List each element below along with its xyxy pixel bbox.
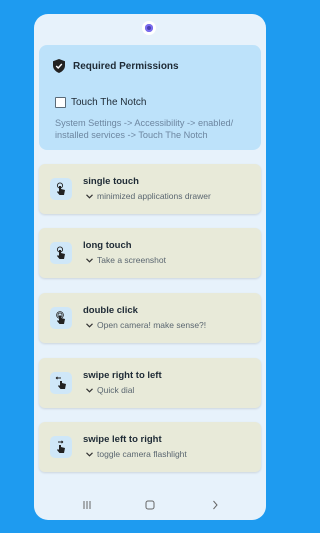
gesture-action-label: Open camera! make sense?! <box>97 320 207 330</box>
service-checkbox[interactable] <box>55 97 66 108</box>
phone-screen: Required Permissions Touch The Notch Sys… <box>34 14 266 520</box>
gesture-action-dropdown[interactable]: toggle camera flashlight <box>86 449 187 459</box>
gesture-action-dropdown[interactable]: Open camera! make sense?! <box>86 320 206 330</box>
service-checkbox-label: Touch The Notch <box>71 97 147 108</box>
gesture-card-swipe-right-to-left[interactable]: swipe right to left Quick dial <box>39 358 261 408</box>
gesture-action-label: Take a screenshot <box>97 255 166 265</box>
swipe-left-icon <box>50 372 72 394</box>
gesture-action-label: Quick dial <box>97 385 135 395</box>
chevron-down-icon <box>86 193 93 199</box>
system-navigation-bar <box>34 498 266 518</box>
gesture-action-dropdown[interactable]: minimized applications drawer <box>86 191 211 201</box>
shield-icon <box>53 59 65 73</box>
chevron-down-icon <box>86 451 93 457</box>
home-button[interactable] <box>143 498 157 512</box>
permissions-card: Required Permissions Touch The Notch Sys… <box>39 45 261 150</box>
tap-icon <box>50 178 72 200</box>
gesture-action-label: toggle camera flashlight <box>97 449 187 459</box>
gesture-title: swipe left to right <box>83 434 162 445</box>
gesture-action-label: minimized applications drawer <box>97 191 211 201</box>
gesture-card-double-click[interactable]: double click Open camera! make sense?! <box>39 293 261 343</box>
permissions-title: Required Permissions <box>73 60 179 72</box>
home-icon <box>145 500 155 510</box>
gesture-title: single touch <box>83 176 139 187</box>
permissions-description: System Settings -> Accessibility -> enab… <box>55 118 234 140</box>
long-press-icon <box>50 242 72 264</box>
chevron-down-icon <box>86 387 93 393</box>
swipe-right-icon <box>50 436 72 458</box>
gesture-action-dropdown[interactable]: Quick dial <box>86 385 134 395</box>
permissions-header: Required Permissions <box>53 59 179 73</box>
chevron-down-icon <box>86 322 93 328</box>
back-icon <box>213 500 218 510</box>
chevron-down-icon <box>86 257 93 263</box>
recent-apps-button[interactable] <box>80 498 94 512</box>
back-button[interactable] <box>208 498 222 512</box>
service-checkbox-row[interactable]: Touch The Notch <box>55 97 146 108</box>
gesture-card-long-touch[interactable]: long touch Take a screenshot <box>39 228 261 278</box>
gesture-card-single-touch[interactable]: single touch minimized applications draw… <box>39 164 261 214</box>
front-camera <box>142 21 156 35</box>
gesture-card-swipe-left-to-right[interactable]: swipe left to right toggle camera flashl… <box>39 422 261 472</box>
gesture-title: swipe right to left <box>83 370 162 381</box>
gesture-title: double click <box>83 305 138 316</box>
gesture-title: long touch <box>83 240 132 251</box>
recent-apps-icon <box>83 501 91 509</box>
gesture-action-dropdown[interactable]: Take a screenshot <box>86 255 166 265</box>
double-tap-icon <box>50 307 72 329</box>
